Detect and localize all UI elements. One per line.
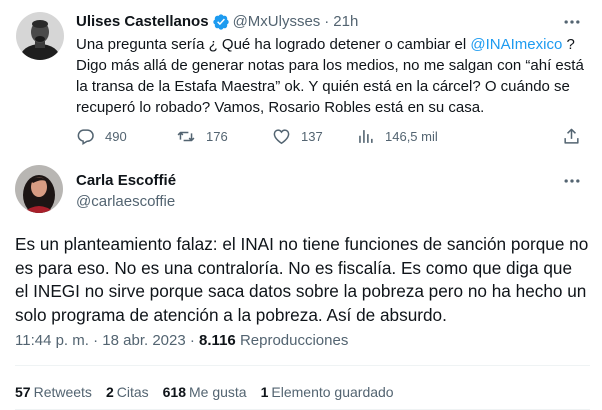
stat-bookmarks[interactable]: 1 Elemento guardado xyxy=(261,382,394,402)
verified-badge-icon xyxy=(212,13,230,31)
views-count: 146,5 mil xyxy=(385,129,438,144)
reply-icon xyxy=(76,127,105,146)
stat-value: 618 xyxy=(162,384,186,400)
share-icon xyxy=(562,127,591,146)
retweet-count: 176 xyxy=(206,129,228,144)
meta-separator: · xyxy=(93,332,99,349)
views-icon xyxy=(356,127,385,146)
stat-value: 1 xyxy=(260,384,269,400)
tweet-meta: 11:44 p. m. · 18 abr. 2023 · 8.116 Repro… xyxy=(15,331,348,351)
views-label: Reproducciones xyxy=(239,332,349,349)
views-button[interactable]: 146,5 mil xyxy=(356,127,438,146)
stat-label: Retweets xyxy=(33,384,92,400)
parent-author-name[interactable]: Ulises Castellanos xyxy=(76,12,209,32)
main-tweet-text: Es un planteamiento falaz: el INAI no ti… xyxy=(15,234,589,325)
stat-label: Me gusta xyxy=(189,384,247,400)
stat-label: Elemento guardado xyxy=(271,384,394,400)
reply-count: 490 xyxy=(105,129,127,144)
parent-tweet-text-part1: Una pregunta sería ¿ Qué ha logrado dete… xyxy=(76,36,471,53)
tweet-stats: 57 Retweets 2 Citas 618 Me gusta 1 Elemento … xyxy=(15,382,408,402)
parent-tweet-time[interactable]: 21h xyxy=(333,12,358,32)
stat-quotes[interactable]: 2 Citas xyxy=(106,382,149,402)
heart-icon xyxy=(272,127,301,146)
stat-label: Citas xyxy=(116,384,149,400)
main-author-name[interactable]: Carla Escoffié xyxy=(76,171,176,191)
tweet-time[interactable]: 11:44 p. m. xyxy=(15,332,89,349)
retweet-button[interactable]: 176 xyxy=(176,127,228,146)
retweet-icon xyxy=(176,127,206,146)
mention-link[interactable]: @INAImexico xyxy=(470,36,562,53)
header-separator: · xyxy=(324,13,330,30)
parent-tweet-text: Una pregunta sería ¿ Qué ha logrado dete… xyxy=(76,34,591,118)
parent-tweet-actions: 490 176 137 146,5 mil xyxy=(76,127,586,147)
like-button[interactable]: 137 xyxy=(272,127,323,146)
divider xyxy=(15,365,590,366)
tweet-date[interactable]: 18 abr. 2023 xyxy=(102,332,185,349)
stat-retweets[interactable]: 57 Retweets xyxy=(15,382,92,402)
meta-separator: · xyxy=(189,332,195,349)
views-count: 8.116 xyxy=(199,332,236,349)
stat-likes[interactable]: 618 Me gusta xyxy=(163,382,247,402)
more-icon[interactable] xyxy=(562,171,582,191)
more-icon[interactable] xyxy=(562,12,582,32)
reply-button[interactable]: 490 xyxy=(76,127,127,146)
parent-author-handle[interactable]: @MxUlysses xyxy=(233,12,321,32)
share-button[interactable] xyxy=(562,127,591,146)
main-author-avatar[interactable] xyxy=(15,165,63,213)
like-count: 137 xyxy=(301,129,323,144)
parent-tweet-header: Ulises Castellanos @MxUlysses · 21h xyxy=(76,12,358,32)
stat-value: 57 xyxy=(15,384,31,400)
main-author-handle[interactable]: @carlaescoffie xyxy=(76,192,175,212)
parent-author-avatar[interactable] xyxy=(16,12,64,60)
stat-value: 2 xyxy=(105,384,114,400)
